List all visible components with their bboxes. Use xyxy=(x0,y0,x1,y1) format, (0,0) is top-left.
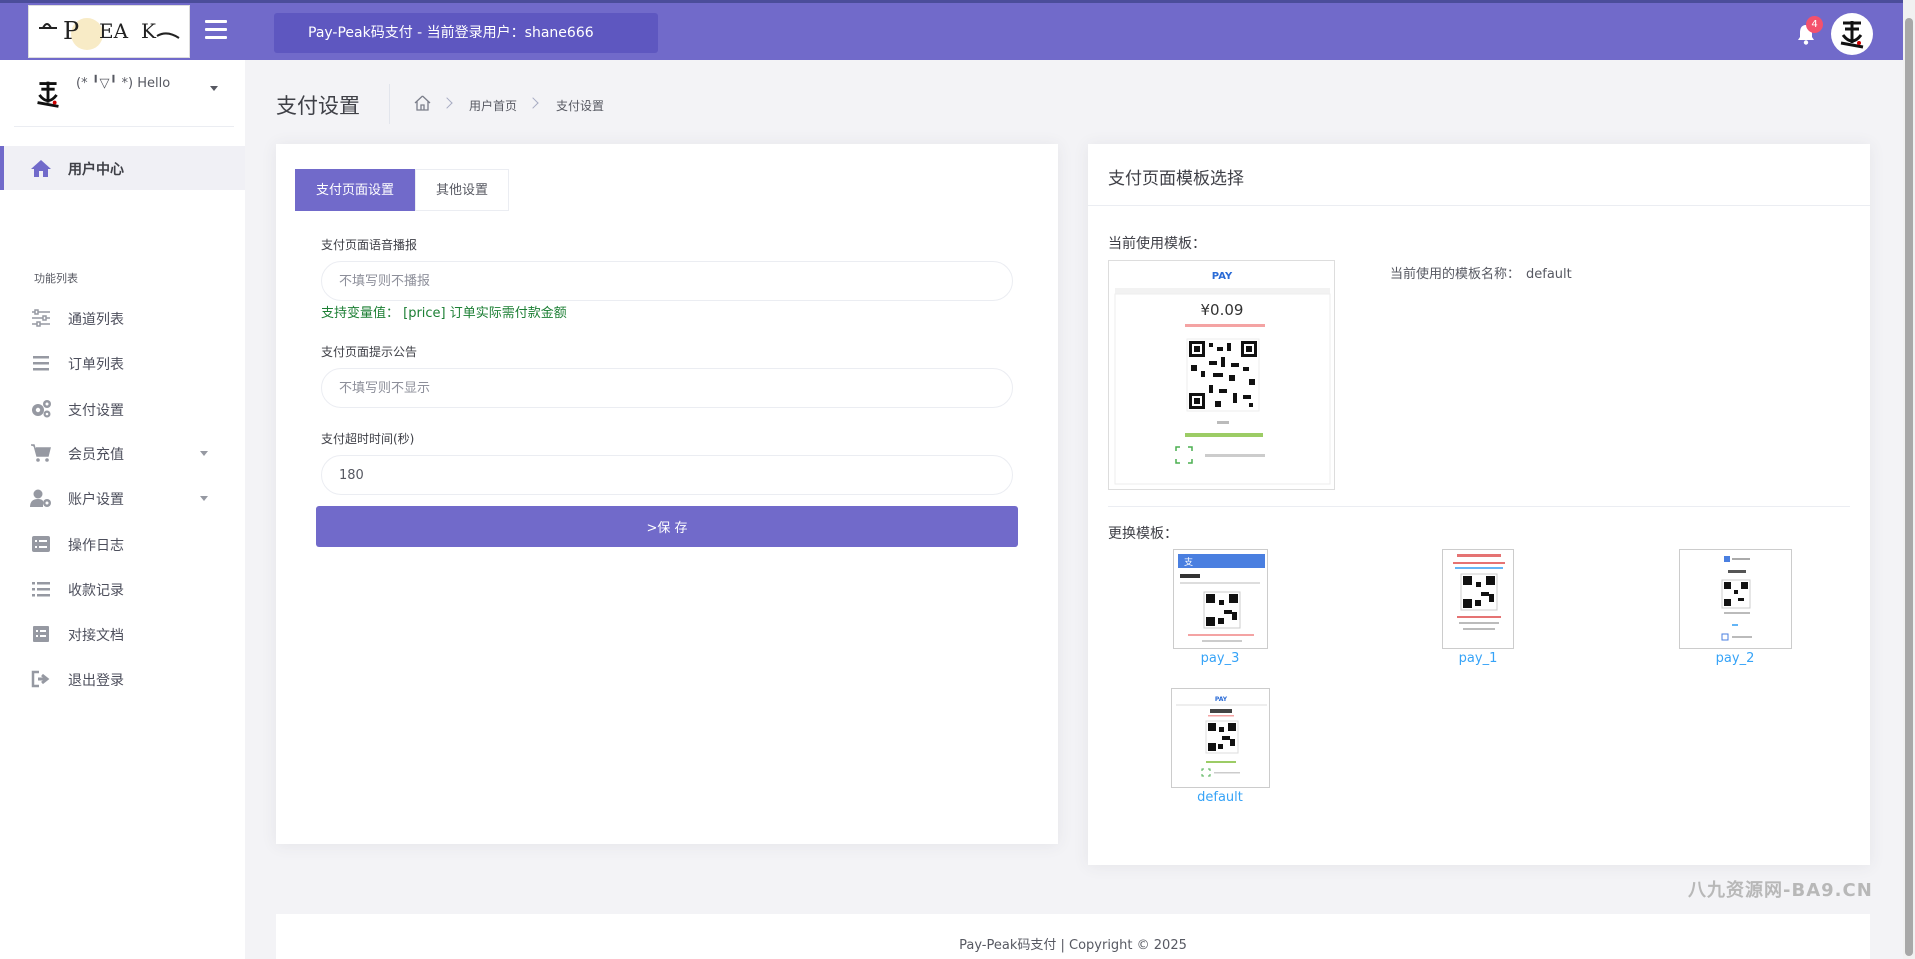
page-scrollbar[interactable] xyxy=(1903,0,1915,959)
gears-icon xyxy=(32,400,51,418)
sidebar-item-payment-settings[interactable]: 支付设置 xyxy=(0,387,245,431)
divider xyxy=(1088,205,1870,206)
settings-tabs: 支付页面设置 其他设置 xyxy=(295,169,510,211)
avatar xyxy=(28,74,68,114)
home-icon xyxy=(31,160,51,177)
sidebar-item-label: 操作日志 xyxy=(68,538,124,554)
svg-text:PAY: PAY xyxy=(1212,271,1233,282)
template-name-pay3[interactable]: pay_3 xyxy=(1160,651,1280,666)
list-icon xyxy=(33,356,49,371)
cart-icon xyxy=(31,444,51,462)
current-template-label: 当前使用模板： xyxy=(1108,236,1206,252)
current-template-preview: PAY ¥0.09 xyxy=(1108,260,1335,490)
sidebar-item-label: 会员充值 xyxy=(68,447,124,463)
timeout-label: 支付超时时间(秒) xyxy=(321,432,415,446)
tab-other-settings[interactable]: 其他设置 xyxy=(415,169,510,211)
doc-icon xyxy=(33,626,49,642)
chevron-down-icon xyxy=(200,451,208,456)
timeout-input[interactable] xyxy=(321,455,1013,495)
svg-text:PAY: PAY xyxy=(1215,696,1228,703)
sidebar-item-user-center[interactable]: 用户中心 xyxy=(0,146,245,190)
voice-input[interactable] xyxy=(321,261,1013,301)
sidebar-item-docs[interactable]: 对接文档 xyxy=(0,612,245,656)
user-greeting: (* ╹▽╹ *) Hello xyxy=(76,76,171,91)
avatar[interactable] xyxy=(1831,13,1873,55)
sidebar-item-label: 用户中心 xyxy=(68,162,124,178)
notice-input[interactable] xyxy=(321,368,1013,408)
voice-label: 支付页面语音播报 xyxy=(321,238,418,252)
divider xyxy=(1108,506,1850,507)
svg-text:支: 支 xyxy=(1184,556,1193,568)
preview-price: ¥0.09 xyxy=(1201,301,1244,319)
current-template-name: default xyxy=(1526,267,1572,282)
menu-toggle-icon[interactable] xyxy=(205,20,227,40)
svg-text:EA: EA xyxy=(99,19,129,43)
breadcrumb-chevron-icon xyxy=(527,97,539,109)
breadcrumb-item[interactable]: 支付设置 xyxy=(556,97,604,114)
page-title: 支付设置 xyxy=(276,94,360,118)
current-template-name-row: 当前使用的模板名称： default xyxy=(1390,263,1572,282)
breadcrumb-item[interactable]: 用户首页 xyxy=(469,97,517,114)
sidebar: (* ╹▽╹ *) Hello 用户中心 功能列表 通道列表 订单列表 支付设置… xyxy=(0,60,245,959)
footer: Pay-Peak码支付 | Copyright © 2025 xyxy=(276,914,1870,959)
log-icon xyxy=(32,536,50,552)
list-lines-icon xyxy=(32,582,50,597)
sidebar-item-receipts[interactable]: 收款记录 xyxy=(0,567,245,611)
sidebar-item-label: 订单列表 xyxy=(68,357,124,373)
sliders-icon xyxy=(32,309,50,327)
template-thumb-pay3[interactable]: 支 xyxy=(1173,549,1268,649)
template-panel-title: 支付页面模板选择 xyxy=(1108,169,1244,189)
sidebar-item-membership[interactable]: 会员充值 xyxy=(0,431,245,475)
sidebar-item-account[interactable]: 账户设置 xyxy=(0,476,245,520)
sidebar-item-channels[interactable]: 通道列表 xyxy=(0,296,245,340)
svg-text:K: K xyxy=(141,19,157,43)
notification-badge: 4 xyxy=(1806,16,1823,33)
save-button[interactable]: >保 存 xyxy=(316,506,1018,547)
header-title: Pay-Peak码支付 - 当前登录用户：shane666 xyxy=(274,13,658,53)
change-template-label: 更换模板： xyxy=(1108,526,1178,542)
template-thumb-pay1[interactable] xyxy=(1442,549,1514,649)
sidebar-item-operation-log[interactable]: 操作日志 xyxy=(0,522,245,566)
template-thumb-pay2[interactable] xyxy=(1679,549,1792,649)
user-menu[interactable]: (* ╹▽╹ *) Hello xyxy=(14,64,234,127)
tab-payment-page-settings[interactable]: 支付页面设置 xyxy=(295,169,416,211)
title-divider xyxy=(389,84,390,124)
sidebar-item-label: 通道列表 xyxy=(68,312,124,328)
scroll-thumb[interactable] xyxy=(1905,18,1913,956)
template-thumb-default[interactable]: PAY xyxy=(1171,688,1270,788)
user-gear-icon xyxy=(30,489,51,507)
section-label: 功能列表 xyxy=(34,272,78,285)
logo[interactable]: P EA K xyxy=(28,5,190,58)
top-header: P EA K Pay-Peak码支付 - 当前登录用户：shane666 4 xyxy=(0,0,1903,60)
logout-icon xyxy=(31,670,50,688)
breadcrumb-chevron-icon xyxy=(441,97,453,109)
chevron-down-icon xyxy=(210,86,218,91)
template-name-pay1[interactable]: pay_1 xyxy=(1418,651,1538,666)
home-icon[interactable] xyxy=(414,95,431,111)
sidebar-item-label: 退出登录 xyxy=(68,673,124,689)
sidebar-item-label: 收款记录 xyxy=(68,583,124,599)
chevron-down-icon xyxy=(200,496,208,501)
sidebar-item-label: 账户设置 xyxy=(68,492,124,508)
footer-copyright: Pay-Peak码支付 | Copyright © 2025 xyxy=(959,938,1187,953)
sidebar-item-label: 对接文档 xyxy=(68,628,124,644)
current-template-name-label: 当前使用的模板名称： xyxy=(1390,267,1521,282)
sidebar-item-logout[interactable]: 退出登录 xyxy=(0,657,245,701)
watermark: 八九资源网-BA9.CN xyxy=(1688,880,1873,901)
sidebar-item-label: 支付设置 xyxy=(68,403,124,419)
template-name-pay2[interactable]: pay_2 xyxy=(1675,651,1795,666)
sidebar-item-orders[interactable]: 订单列表 xyxy=(0,341,245,385)
notice-label: 支付页面提示公告 xyxy=(321,345,418,359)
voice-help-text: 支持变量值： [price] 订单实际需付款金额 xyxy=(321,306,567,321)
svg-text:P: P xyxy=(63,17,79,45)
template-name-default[interactable]: default xyxy=(1160,790,1280,805)
